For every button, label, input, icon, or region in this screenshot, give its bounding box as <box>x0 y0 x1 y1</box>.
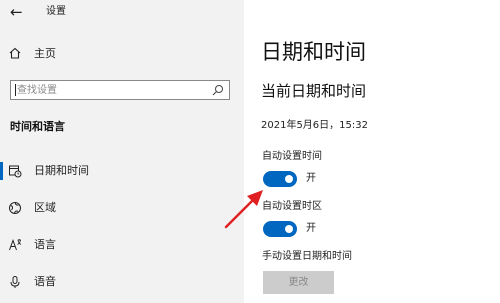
toggle-knob <box>285 175 293 183</box>
auto-time-state: 开 <box>306 173 316 184</box>
home-icon[interactable] <box>8 46 22 60</box>
toggle-knob <box>285 225 293 233</box>
search-input[interactable] <box>11 81 201 99</box>
auto-time-toggle[interactable] <box>263 171 297 187</box>
search-box[interactable] <box>10 80 230 100</box>
auto-timezone-label: 自动设置时区 <box>262 201 322 212</box>
app-title: 设置 <box>46 6 66 17</box>
language-icon <box>9 239 22 251</box>
region-globe-icon <box>9 202 21 214</box>
sidebar-item-region[interactable]: 区域 <box>0 193 244 223</box>
main-content: 日期和时间 当前日期和时间 2021年5月6日，15:32 自动设置时间 开 自… <box>244 0 500 303</box>
back-arrow-icon[interactable]: ← <box>10 3 23 21</box>
annotation-arrow-icon <box>224 190 263 229</box>
sidebar-item-label: 日期和时间 <box>34 164 89 177</box>
sidebar: ← 设置 主页 时间和语言 日期和时间 区域 <box>0 0 244 303</box>
auto-time-label: 自动设置时间 <box>262 151 322 162</box>
change-button[interactable]: 更改 <box>263 271 334 294</box>
home-link[interactable]: 主页 <box>34 47 56 61</box>
sidebar-item-label: 区域 <box>34 201 56 214</box>
calendar-clock-icon <box>9 165 22 178</box>
active-indicator <box>0 162 3 180</box>
section-subtitle: 当前日期和时间 <box>261 82 367 100</box>
sidebar-item-speech[interactable]: 语音 <box>0 267 244 297</box>
sidebar-item-label: 语言 <box>34 238 56 251</box>
page-title: 日期和时间 <box>261 40 366 64</box>
search-icon[interactable] <box>212 84 224 96</box>
auto-timezone-state: 开 <box>306 223 316 234</box>
auto-timezone-toggle[interactable] <box>263 221 297 237</box>
microphone-icon <box>10 276 20 288</box>
sidebar-item-language[interactable]: 语言 <box>0 230 244 260</box>
sidebar-item-date-time[interactable]: 日期和时间 <box>0 156 244 186</box>
sidebar-item-label: 语音 <box>34 275 56 288</box>
current-datetime: 2021年5月6日，15:32 <box>261 120 368 131</box>
manual-datetime-label: 手动设置日期和时间 <box>262 251 352 262</box>
section-heading: 时间和语言 <box>10 120 65 133</box>
